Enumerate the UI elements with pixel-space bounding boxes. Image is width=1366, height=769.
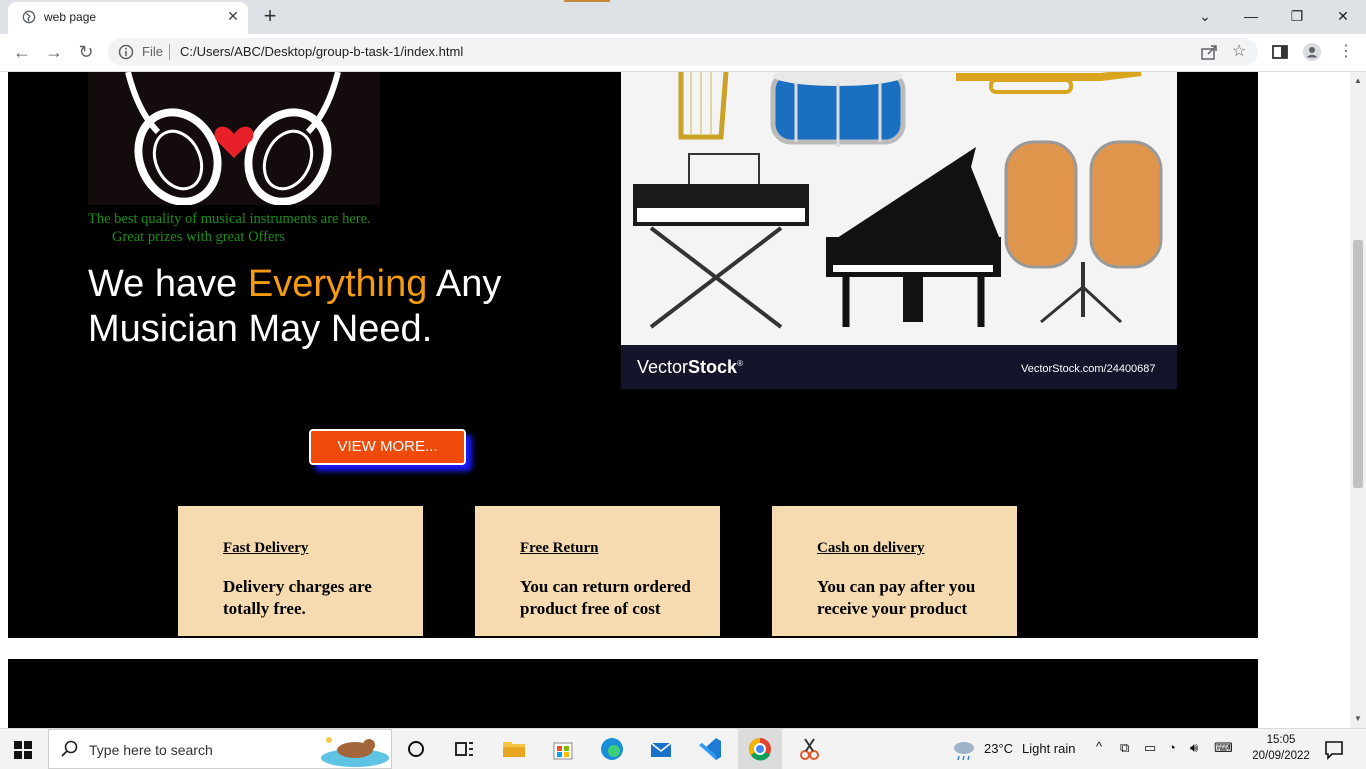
meet-now-icon[interactable]: ⧉ bbox=[1120, 740, 1129, 756]
tab-title: web page bbox=[44, 10, 97, 24]
feature-description: Delivery charges are totally free. bbox=[223, 577, 372, 618]
clock-date: 20/09/2022 bbox=[1252, 750, 1310, 762]
cortana-icon[interactable] bbox=[402, 735, 430, 763]
menu-kebab-icon[interactable]: ⋮ bbox=[1334, 40, 1358, 64]
browser-toolbar: ← → ↻ File C:/Users/ABC/Desktop/group-b-… bbox=[0, 34, 1366, 72]
browser-tab-bar: web page ✕ + ⌄ — ❐ ✕ bbox=[0, 0, 1366, 34]
tab-close-icon[interactable]: ✕ bbox=[224, 8, 242, 25]
weather-description[interactable]: Light rain bbox=[1022, 741, 1075, 756]
info-icon[interactable] bbox=[118, 44, 134, 60]
tagline: The best quality of musical instruments … bbox=[88, 210, 371, 246]
tab-search-chevron-icon[interactable]: ⌄ bbox=[1182, 2, 1228, 30]
headphones-heart-icon bbox=[125, 72, 341, 205]
feature-description: You can pay after you receive your produ… bbox=[817, 577, 976, 618]
feature-card-fast-delivery: Fast Delivery Delivery charges are total… bbox=[178, 506, 423, 636]
search-highlight-otter-icon bbox=[321, 737, 389, 767]
profile-avatar-icon[interactable] bbox=[1302, 42, 1322, 62]
battery-icon[interactable]: ▭ bbox=[1144, 740, 1156, 756]
weather-cloud-rain-icon[interactable] bbox=[950, 735, 978, 763]
feature-title: Free Return bbox=[520, 540, 599, 556]
back-arrow-icon[interactable]: ← bbox=[10, 40, 34, 64]
headline-part-1: We have bbox=[88, 263, 248, 305]
search-icon bbox=[61, 740, 78, 757]
scroll-down-arrow-icon[interactable]: ▼ bbox=[1354, 714, 1362, 723]
instruments-illustration bbox=[633, 72, 1163, 329]
keyboard-layout-icon[interactable]: ⌨ bbox=[1214, 740, 1233, 756]
forward-arrow-icon[interactable]: → bbox=[42, 40, 66, 64]
headline-accent: Everything bbox=[247, 263, 428, 305]
edge-browser-icon[interactable] bbox=[598, 735, 626, 763]
scroll-up-arrow-icon[interactable]: ▲ bbox=[1354, 76, 1362, 85]
page-scrollbar[interactable]: ▲ ▼ bbox=[1350, 72, 1366, 728]
system-clock[interactable]: 15:05 20/09/2022 bbox=[1250, 732, 1312, 764]
volume-icon[interactable]: 🔊︎ bbox=[1190, 740, 1198, 756]
tabstrip-accent bbox=[564, 0, 610, 2]
reload-icon[interactable]: ↻ bbox=[74, 40, 98, 64]
feature-card-free-return: Free Return You can return ordered produ… bbox=[475, 506, 720, 636]
mail-icon[interactable] bbox=[647, 735, 675, 763]
instruments-image: VectorStock® VectorStock.com/24400687 bbox=[621, 72, 1177, 389]
microsoft-store-icon[interactable] bbox=[549, 735, 577, 763]
hero-headline: We have Everything Any Musician May Need… bbox=[88, 262, 508, 352]
url-text[interactable]: C:/Users/ABC/Desktop/group-b-task-1/inde… bbox=[180, 44, 463, 59]
url-scheme-label: File bbox=[142, 44, 163, 59]
new-tab-button[interactable]: + bbox=[258, 4, 282, 28]
weather-temperature[interactable]: 23°C bbox=[984, 741, 1013, 756]
headphones-logo-image bbox=[88, 72, 380, 205]
show-hidden-icons-chevron-icon[interactable]: ^ bbox=[1096, 739, 1102, 754]
tagline-line-1: The best quality of musical instruments … bbox=[88, 211, 371, 227]
taskbar-search-box[interactable]: Type here to search bbox=[48, 729, 392, 769]
feature-card-cash-on-delivery: Cash on delivery You can pay after you r… bbox=[772, 506, 1017, 636]
view-more-button[interactable]: VIEW MORE... bbox=[309, 429, 466, 465]
snipping-tool-icon[interactable] bbox=[795, 735, 823, 763]
notification-center-icon[interactable] bbox=[1320, 735, 1348, 763]
tagline-line-2: Great prizes with great Offers bbox=[112, 229, 285, 245]
side-panel-icon[interactable] bbox=[1270, 42, 1290, 62]
chrome-icon[interactable] bbox=[746, 735, 774, 763]
omnibox-divider bbox=[169, 44, 170, 60]
minimize-button[interactable]: — bbox=[1228, 2, 1274, 30]
vscode-icon[interactable] bbox=[696, 735, 724, 763]
feature-description: You can return ordered product free of c… bbox=[520, 577, 691, 618]
wifi-icon[interactable]: ◔ bbox=[1168, 740, 1176, 755]
vectorstock-logo-reg: ® bbox=[737, 359, 743, 368]
feature-title: Cash on delivery bbox=[817, 540, 925, 556]
file-explorer-icon[interactable] bbox=[500, 735, 528, 763]
vectorstock-logo: VectorStock® bbox=[637, 357, 743, 378]
vectorstock-logo-light: Vector bbox=[637, 357, 689, 377]
bookmark-star-icon[interactable]: ☆ bbox=[1232, 41, 1246, 61]
page-viewport: The best quality of musical instruments … bbox=[0, 72, 1350, 728]
windows-taskbar: Type here to search 23°C Light rain ^ ⧉ … bbox=[0, 728, 1366, 769]
image-watermark-bar: VectorStock® VectorStock.com/24400687 bbox=[621, 345, 1177, 389]
task-view-icon[interactable] bbox=[450, 735, 478, 763]
restore-button[interactable]: ❐ bbox=[1274, 2, 1320, 30]
feature-title: Fast Delivery bbox=[223, 540, 309, 556]
image-id: VectorStock.com/24400687 bbox=[1021, 363, 1156, 375]
search-placeholder: Type here to search bbox=[89, 742, 213, 758]
vectorstock-logo-bold: Stock bbox=[688, 357, 738, 377]
close-window-button[interactable]: ✕ bbox=[1320, 2, 1366, 30]
clock-time: 15:05 bbox=[1266, 734, 1296, 746]
globe-icon bbox=[22, 10, 36, 24]
share-icon[interactable] bbox=[1200, 43, 1218, 61]
hero-section: The best quality of musical instruments … bbox=[8, 72, 1258, 638]
next-section-block bbox=[8, 659, 1258, 728]
windows-start-icon[interactable] bbox=[14, 741, 32, 759]
browser-tab[interactable]: web page ✕ bbox=[8, 2, 248, 34]
address-bar[interactable]: File C:/Users/ABC/Desktop/group-b-task-1… bbox=[108, 38, 1258, 66]
scrollbar-thumb[interactable] bbox=[1353, 240, 1363, 488]
